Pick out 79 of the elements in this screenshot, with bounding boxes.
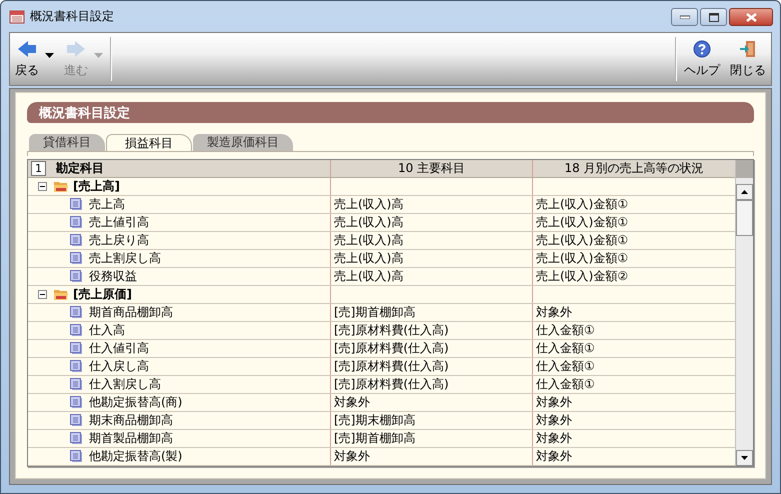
back-button[interactable]: 戻る [10,33,59,85]
maximize-icon [708,12,718,22]
table-cell: [売]原材料費(仕入高) [330,340,532,357]
left-arrow-icon [16,40,38,58]
scrollbar[interactable] [735,160,753,466]
account-name[interactable]: 期首商品棚卸高 [89,304,173,321]
table-cell: 対象外 [330,448,532,465]
account-name[interactable]: 仕入値引高 [89,340,149,357]
document-icon [70,270,83,283]
row-number-header: 1 [31,161,46,176]
document-icon [70,306,83,319]
document-icon [70,252,83,265]
up-arrow-icon [741,190,748,194]
table-cell: [売]原材料費(仕入高) [330,376,532,393]
table-cell: 売上(収入)高 [330,232,532,249]
collapse-toggle[interactable] [38,182,47,191]
table-cell: [売]原材料費(仕入高) [330,358,532,375]
account-name[interactable]: 売上割戻し高 [89,250,161,267]
table-cell: 売上(収入)高 [330,268,532,285]
maximize-button[interactable] [700,8,727,26]
right-arrow-icon [65,40,87,58]
table-cell: 売上(収入)高 [330,214,532,231]
document-icon [70,324,83,337]
document-icon [70,342,83,355]
close-button[interactable] [729,8,773,26]
document-icon [70,378,83,391]
table-cell: [売]原材料費(仕入高) [330,322,532,339]
document-icon [70,396,83,409]
account-name[interactable]: 役務収益 [89,268,137,285]
caret-icon [94,52,103,58]
account-name[interactable]: 期末商品棚卸高 [89,412,173,429]
help-icon [693,40,711,58]
scroll-thumb[interactable] [736,200,753,236]
folder-icon [53,288,69,301]
minimize-button[interactable] [671,8,698,26]
document-icon [70,432,83,445]
group-label[interactable]: [売上高] [73,178,120,195]
calendar-icon [9,8,25,24]
section-heading: 概況書科目設定 [27,102,754,123]
collapse-toggle[interactable] [38,290,47,299]
account-name[interactable]: 仕入高 [89,322,125,339]
document-icon [70,234,83,247]
account-name[interactable]: 売上戻り高 [89,232,149,249]
tab[interactable]: 損益科目 [106,134,192,151]
column-header[interactable]: 10 主要科目 [330,160,532,177]
help-button[interactable]: ヘルプ [679,33,725,85]
table-cell: 売上(収入)高 [330,250,532,267]
account-name[interactable]: 期首製品棚卸高 [89,430,173,447]
down-arrow-icon [741,456,748,460]
table-cell: [売]期末棚卸高 [330,412,532,429]
account-name[interactable]: 売上値引高 [89,214,149,231]
account-name[interactable]: 仕入割戻し高 [89,376,161,393]
scroll-up-button[interactable] [736,184,753,200]
tab[interactable]: 貸借科目 [29,134,105,151]
folder-icon [53,180,69,193]
table-cell: 対象外 [330,394,532,411]
close-icon [746,12,756,22]
document-icon [70,414,83,427]
table-cell: [売]期首棚卸高 [330,304,532,321]
window-title: 概況書科目設定 [30,8,114,24]
scroll-down-button[interactable] [736,450,753,466]
document-icon [70,216,83,229]
caret-icon [45,52,54,58]
account-name[interactable]: 他勘定振替高(製) [89,448,182,465]
exit-door-icon [739,40,757,58]
account-name[interactable]: 売上高 [89,196,125,213]
document-icon [70,450,83,463]
account-name[interactable]: 他勘定振替高(商) [89,394,182,411]
minimize-icon [680,15,690,19]
column-header[interactable]: 勘定科目 [56,160,104,177]
close-window-button[interactable]: 閉じる [725,33,771,85]
document-icon [70,198,83,211]
table-cell: 売上(収入)高 [330,196,532,213]
document-icon [70,360,83,373]
account-name[interactable]: 仕入戻し高 [89,358,149,375]
scrollbar-corner [736,160,753,178]
table-cell: [売]期首棚卸高 [330,430,532,447]
tab[interactable]: 製造原価科目 [193,134,293,151]
group-label[interactable]: [売上原価] [73,286,132,303]
